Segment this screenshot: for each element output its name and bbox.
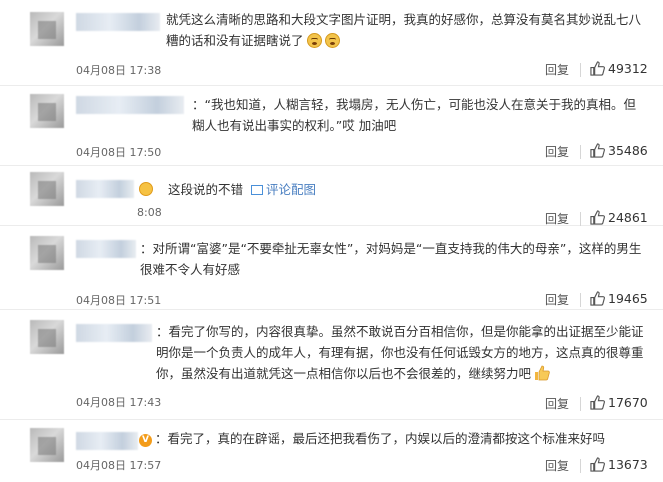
comment-text: ：“我也知道，人糊言轻，我塌房，无人伤亡，可能也没人在意关于我的真相。但糊人也有… (192, 97, 636, 133)
comment-text: 就凭这么清晰的思路和大段文字图片证明，我真的好感你，总算没有莫名其妙说乱七八糟的… (166, 9, 644, 51)
divider (580, 397, 581, 411)
thumbs-up-icon (590, 61, 605, 76)
username-blurred[interactable] (76, 180, 134, 198)
crying-emoji-icon (324, 33, 340, 48)
comment-text: ：看完了你写的，内容很真挚。虽然不敢说百分百相信你，但是你能拿的出证据至少能证明… (156, 321, 646, 384)
thumbs-up-icon (590, 210, 605, 225)
crying-emoji-icon (306, 33, 322, 48)
emoji-icon (139, 182, 153, 196)
comment-text-content: ：对所谓“富婆”是“不要牵扯无辜女性”，对妈妈是“一直支持我的伟大的母亲”，这样… (140, 241, 642, 277)
comment-text-content: 这段说的不错 (168, 182, 244, 197)
reply-button[interactable]: 回复 (545, 210, 569, 227)
comment-item: ：“我也知道，人糊言轻，我塌房，无人伤亡，可能也没人在意关于我的真相。但糊人也有… (0, 86, 663, 166)
comment-date: 04月08日 17:51 (76, 294, 162, 307)
comment-item: V ：看完了，真的在辟谣，最后还把我看伤了，内娱以后的澄清都按这个标准来好吗 0… (0, 420, 663, 482)
thumbs-up-emoji-icon (535, 365, 550, 381)
like-button[interactable]: 17670 (590, 395, 648, 410)
picture-icon (251, 185, 263, 195)
like-button[interactable]: 35486 (590, 143, 648, 158)
username-blurred[interactable] (76, 324, 152, 342)
username-blurred[interactable] (76, 96, 184, 114)
divider (580, 293, 581, 307)
comment-date: 04月08日 17:38 (76, 64, 162, 77)
reply-button[interactable]: 回复 (545, 61, 569, 78)
username-blurred[interactable] (76, 13, 160, 31)
comment-text-content: 就凭这么清晰的思路和大段文字图片证明，我真的好感你，总算没有莫名其妙说乱七八糟的… (166, 12, 642, 48)
comment-text: 这段说的不错 评论配图 (168, 179, 468, 200)
like-count: 19465 (608, 291, 648, 306)
like-button[interactable]: 49312 (590, 61, 648, 76)
thumbs-up-icon (590, 395, 605, 410)
like-count: 17670 (608, 395, 648, 410)
username-blurred[interactable] (76, 432, 138, 450)
like-count: 24861 (608, 210, 648, 225)
like-count: 49312 (608, 61, 648, 76)
reply-button[interactable]: 回复 (545, 291, 569, 308)
comment-item: 这段说的不错 评论配图 8:08 回复 24861 (0, 166, 663, 226)
divider (580, 212, 581, 226)
reply-button[interactable]: 回复 (545, 395, 569, 412)
like-button[interactable]: 19465 (590, 291, 648, 306)
avatar[interactable] (30, 236, 64, 270)
comment-date: 04月08日 17:50 (76, 146, 162, 159)
thumbs-up-icon (590, 457, 605, 472)
like-count: 35486 (608, 143, 648, 158)
avatar[interactable] (30, 428, 64, 462)
comment-text-content: ：看完了，真的在辟谣，最后还把我看伤了，内娱以后的澄清都按这个标准来好吗 (155, 431, 606, 446)
comment-item: 就凭这么清晰的思路和大段文字图片证明，我真的好感你，总算没有莫名其妙说乱七八糟的… (0, 0, 663, 86)
comment-image-link[interactable]: 评论配图 (247, 182, 316, 197)
avatar[interactable] (30, 172, 64, 206)
comment-date: 04月08日 17:43 (76, 396, 162, 409)
like-button[interactable]: 24861 (590, 210, 648, 225)
username-blurred[interactable] (76, 240, 136, 258)
comment-text: ：对所谓“富婆”是“不要牵扯无辜女性”，对妈妈是“一直支持我的伟大的母亲”，这样… (140, 238, 646, 280)
comment-date: 04月08日 17:57 (76, 459, 162, 472)
comment-date: 8:08 (137, 206, 162, 219)
like-button[interactable]: 13673 (590, 457, 648, 472)
comment-item: ：对所谓“富婆”是“不要牵扯无辜女性”，对妈妈是“一直支持我的伟大的母亲”，这样… (0, 226, 663, 310)
comment-list: 就凭这么清晰的思路和大段文字图片证明，我真的好感你，总算没有莫名其妙说乱七八糟的… (0, 0, 663, 482)
like-count: 13673 (608, 457, 648, 472)
thumbs-up-icon (590, 143, 605, 158)
reply-button[interactable]: 回复 (545, 457, 569, 474)
comment-text: ：看完了，真的在辟谣，最后还把我看伤了，内娱以后的澄清都按这个标准来好吗 (155, 428, 645, 449)
avatar[interactable] (30, 94, 64, 128)
divider (580, 459, 581, 473)
comment-text-content: ：看完了你写的，内容很真挚。虽然不敢说百分百相信你，但是你能拿的出证据至少能证明… (156, 324, 644, 381)
avatar[interactable] (30, 320, 64, 354)
divider (580, 63, 581, 77)
comment-item: ：看完了你写的，内容很真挚。虽然不敢说百分百相信你，但是你能拿的出证据至少能证明… (0, 310, 663, 420)
reply-button[interactable]: 回复 (545, 143, 569, 160)
divider (580, 145, 581, 159)
vip-badge-icon: V (139, 434, 152, 447)
avatar[interactable] (30, 12, 64, 46)
thumbs-up-icon (590, 291, 605, 306)
